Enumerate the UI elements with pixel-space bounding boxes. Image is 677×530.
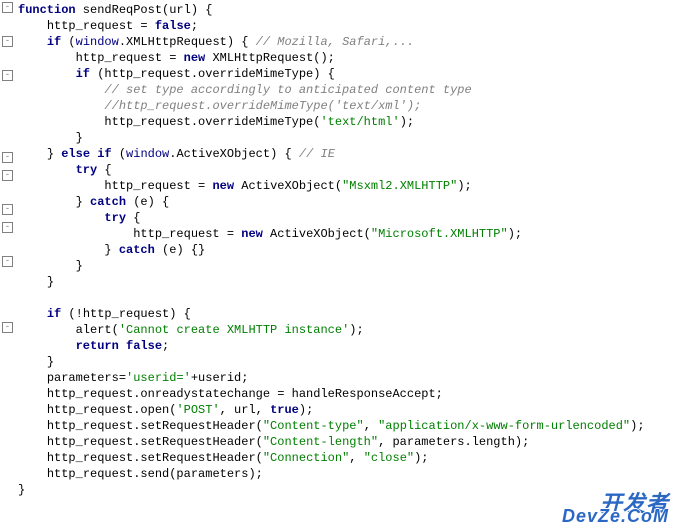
gutter-row [0, 134, 16, 150]
code-line: //http_request.overrideMimeType('text/xm… [18, 98, 645, 114]
code-line: } [18, 274, 645, 290]
code-line: if (!http_request) { [18, 306, 645, 322]
code-line: http_request = new ActiveXObject("Msxml2… [18, 178, 645, 194]
code-line: http_request = new XMLHttpRequest(); [18, 50, 645, 66]
gutter-row [0, 186, 16, 202]
code-line: } else if (window.ActiveXObject) { // IE [18, 146, 645, 162]
code-line: if (window.XMLHttpRequest) { // Mozilla,… [18, 34, 645, 50]
gutter-row [0, 418, 16, 434]
gutter-row [0, 450, 16, 466]
code-line: } [18, 354, 645, 370]
code-line [18, 290, 645, 306]
code-line: return false; [18, 338, 645, 354]
code-line: try { [18, 162, 645, 178]
code-line: http_request.open('POST', url, true); [18, 402, 645, 418]
gutter-row [0, 304, 16, 320]
code-line: alert('Cannot create XMLHTTP instance'); [18, 322, 645, 338]
gutter-row [0, 466, 16, 482]
gutter-row: - [0, 36, 16, 52]
code-line: } catch (e) { [18, 194, 645, 210]
gutter-row [0, 482, 16, 498]
gutter-row: - [0, 170, 16, 186]
code-editor: - - - - - - - - - function sendReqPost(url) { ht… [0, 0, 677, 530]
gutter-row [0, 102, 16, 118]
gutter-row [0, 118, 16, 134]
gutter-row: - [0, 322, 16, 338]
code-line: http_request.onreadystatechange = handle… [18, 386, 645, 402]
fold-toggle-icon[interactable]: - [2, 152, 13, 163]
fold-toggle-icon[interactable]: - [2, 222, 13, 233]
fold-toggle-icon[interactable]: - [2, 36, 13, 47]
code-line: } [18, 130, 645, 146]
gutter-row [0, 498, 16, 514]
gutter-row [0, 86, 16, 102]
code-line: http_request.setRequestHeader("Content-l… [18, 434, 645, 450]
code-line: } [18, 482, 645, 498]
code-line: http_request = new ActiveXObject("Micros… [18, 226, 645, 242]
gutter-row [0, 434, 16, 450]
code-line: if (http_request.overrideMimeType) { [18, 66, 645, 82]
code-line: http_request.send(parameters); [18, 466, 645, 482]
gutter-row: - [0, 256, 16, 272]
gutter-row: - [0, 2, 16, 18]
code-line: http_request.overrideMimeType('text/html… [18, 114, 645, 130]
gutter-row [0, 288, 16, 304]
gutter-row [0, 370, 16, 386]
fold-toggle-icon[interactable]: - [2, 2, 13, 13]
gutter-row [0, 354, 16, 370]
gutter-row [0, 386, 16, 402]
fold-toggle-icon[interactable]: - [2, 256, 13, 267]
fold-toggle-icon[interactable]: - [2, 322, 13, 333]
gutter-row [0, 52, 16, 68]
code-area: function sendReqPost(url) { http_request… [16, 0, 645, 530]
code-line: } catch (e) {} [18, 242, 645, 258]
code-line: http_request.setRequestHeader("Connectio… [18, 450, 645, 466]
code-line: // set type accordingly to anticipated c… [18, 82, 645, 98]
code-line: try { [18, 210, 645, 226]
code-line: http_request = false; [18, 18, 645, 34]
gutter-row [0, 238, 16, 254]
gutter-row: - [0, 70, 16, 86]
fold-toggle-icon[interactable]: - [2, 204, 13, 215]
gutter-row [0, 402, 16, 418]
gutter-row [0, 514, 16, 530]
fold-gutter: - - - - - - - - - [0, 0, 16, 530]
code-line: } [18, 258, 645, 274]
gutter-row: - [0, 222, 16, 238]
gutter-row [0, 338, 16, 354]
code-line: http_request.setRequestHeader("Content-t… [18, 418, 645, 434]
fold-toggle-icon[interactable]: - [2, 170, 13, 181]
code-line: function sendReqPost(url) { [18, 2, 645, 18]
gutter-row: - [0, 204, 16, 220]
gutter-row [0, 272, 16, 288]
gutter-row [0, 18, 16, 34]
gutter-row: - [0, 152, 16, 168]
code-line: parameters='userid='+userid; [18, 370, 645, 386]
fold-toggle-icon[interactable]: - [2, 70, 13, 81]
